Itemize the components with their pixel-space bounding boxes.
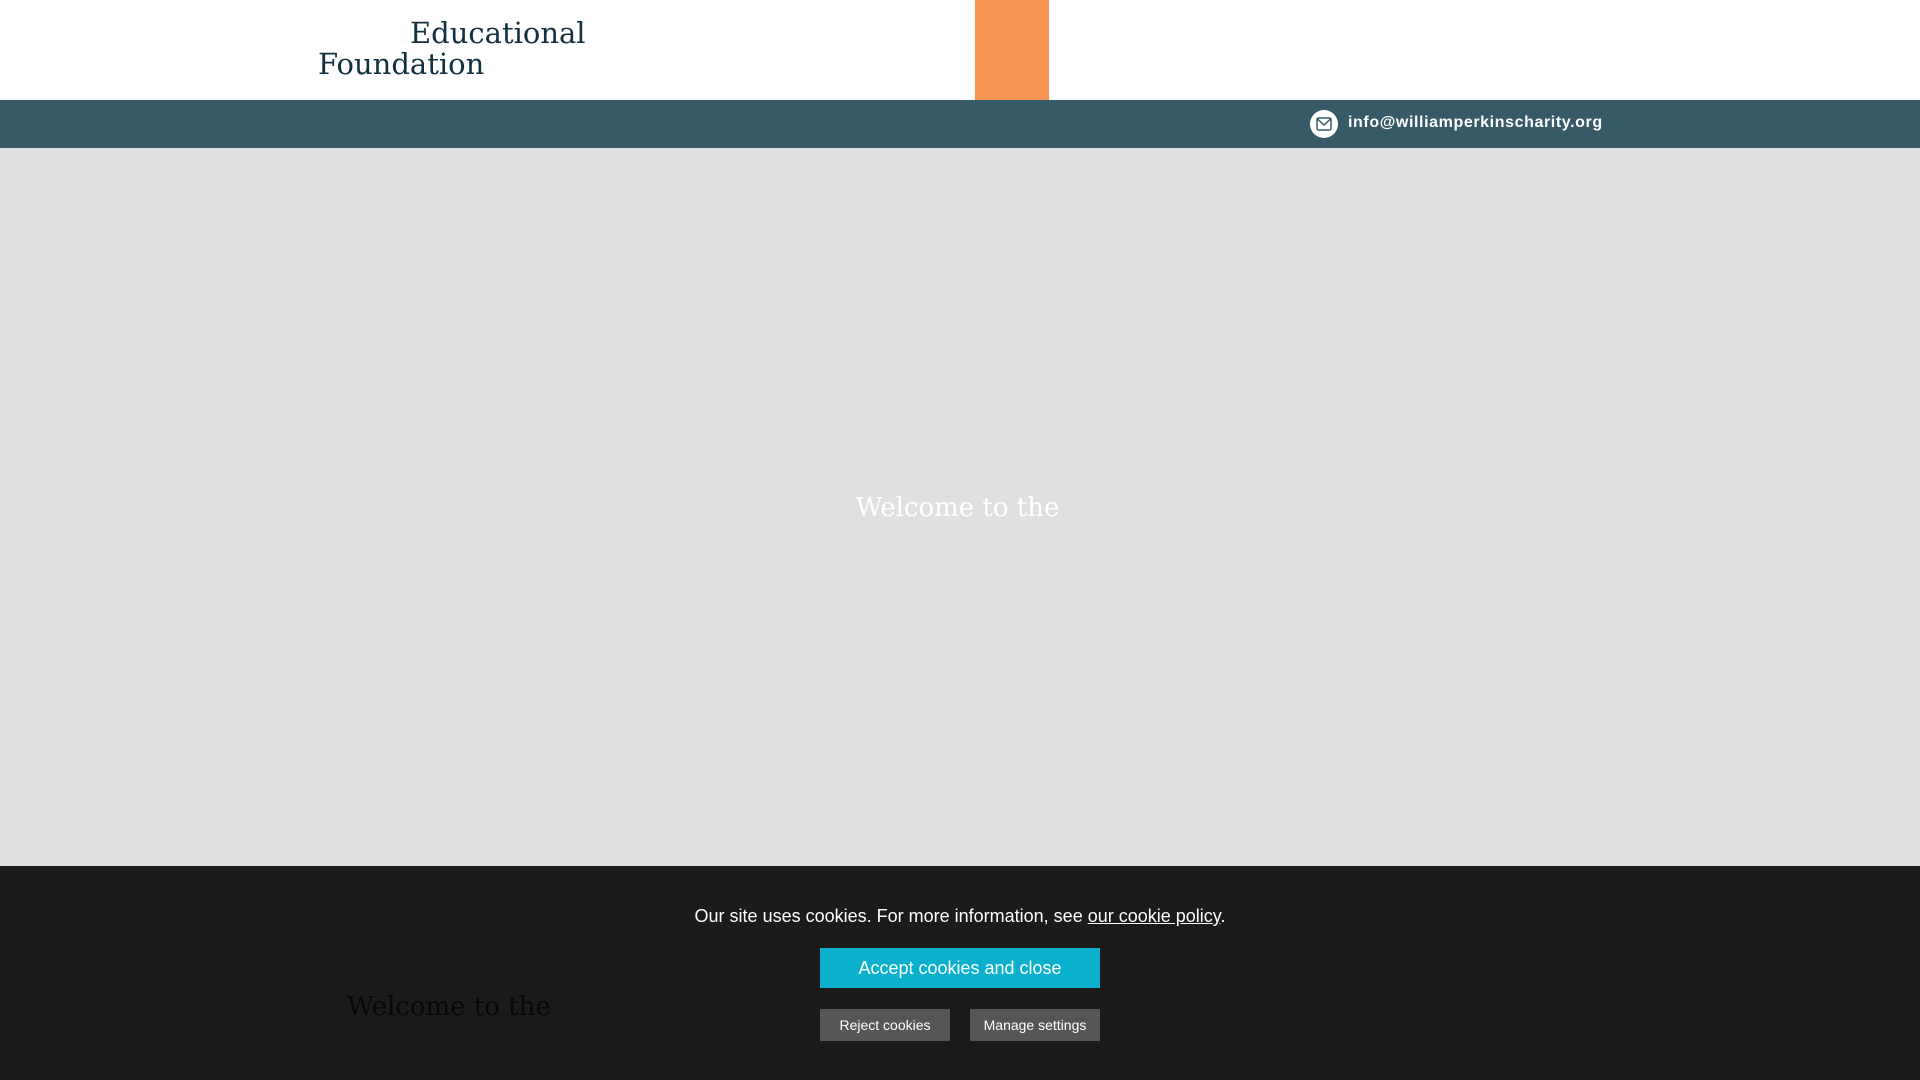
section-heading: Welcome to the	[347, 992, 551, 1022]
hero-title: Welcome to the	[855, 493, 1060, 523]
hero-banner: Welcome to the	[0, 148, 1920, 866]
manage-settings-button[interactable]: Manage settings	[970, 1009, 1100, 1041]
reject-cookies-button[interactable]: Reject cookies	[820, 1009, 950, 1041]
email-link[interactable]: info@williamperkinscharity.org	[1348, 114, 1603, 132]
orange-accent-tab	[975, 0, 1049, 100]
accept-cookies-button[interactable]: Accept cookies and close	[820, 948, 1100, 988]
contact-bar: info@williamperkinscharity.org	[0, 100, 1920, 148]
cookie-message-text: Our site uses cookies. For more informat…	[694, 906, 1088, 926]
cookie-policy-link[interactable]: our cookie policy	[1088, 906, 1221, 926]
site-header: Educational Foundation	[0, 0, 1920, 100]
logo-line-2: Foundation	[318, 47, 485, 81]
cookie-message-end: .	[1220, 906, 1226, 926]
cookie-message: Our site uses cookies. For more informat…	[0, 906, 1920, 927]
cookie-banner: Welcome to the Our site uses cookies. Fo…	[0, 866, 1920, 1080]
site-logo[interactable]: Educational Foundation	[318, 16, 586, 81]
logo-line-1: Educational	[410, 16, 586, 50]
mail-icon	[1310, 110, 1338, 138]
